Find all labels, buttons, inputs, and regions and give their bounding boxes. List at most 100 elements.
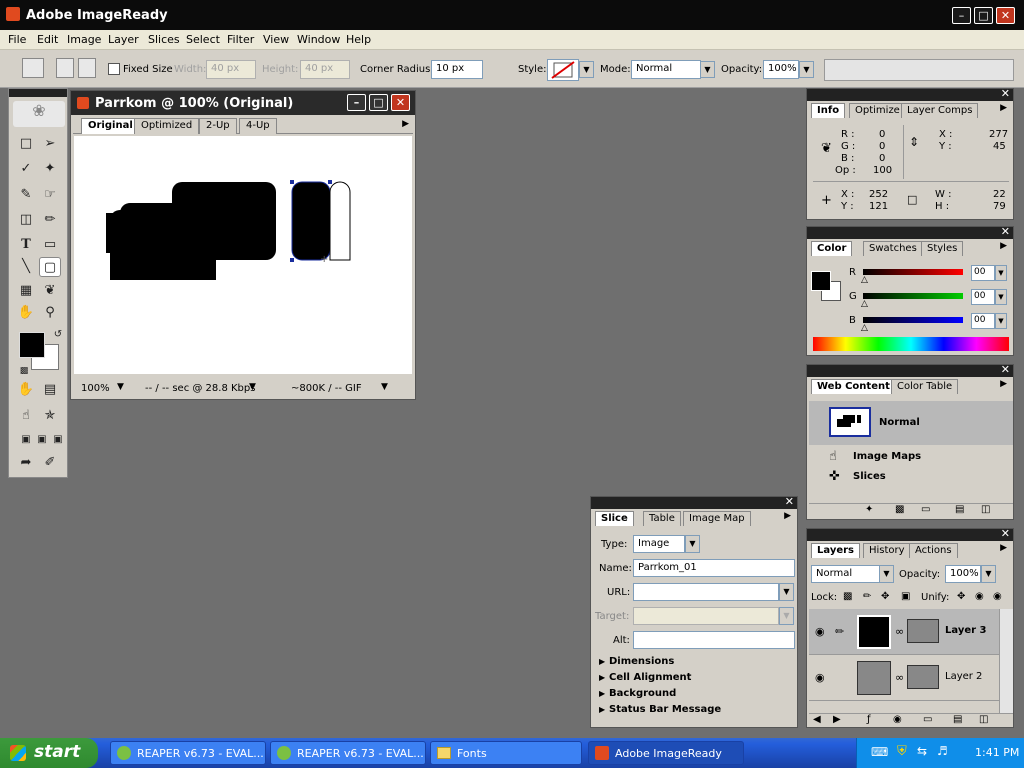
slice-name-field[interactable]: Parrkom_01: [633, 559, 795, 577]
move-tool-icon[interactable]: ➢: [39, 134, 61, 154]
edit-in-photoshop-icon[interactable]: ✐: [39, 453, 61, 473]
zoom-tool-icon[interactable]: ⚲: [39, 303, 61, 323]
opacity-field[interactable]: 100%: [763, 60, 799, 79]
trash-icon[interactable]: ◫: [981, 504, 990, 515]
tab-2-up[interactable]: 2-Up: [199, 118, 237, 134]
tab-scroll-arrow-icon[interactable]: ▶: [402, 119, 409, 129]
style-dropdown-arrow[interactable]: ▼: [579, 61, 594, 78]
palette-well[interactable]: [824, 59, 1014, 81]
rectangle-tool-icon[interactable]: ▭: [39, 235, 61, 255]
menu-image[interactable]: Image: [67, 33, 101, 46]
layer2-name[interactable]: Layer 2: [945, 671, 982, 682]
tab-styles[interactable]: Styles: [921, 241, 964, 256]
slice-visibility-icon[interactable]: ▤: [39, 380, 61, 400]
security-shield-icon[interactable]: ⛨: [897, 744, 907, 759]
rollover-preview-icon[interactable]: ☝: [15, 406, 37, 426]
document-canvas[interactable]: +: [74, 136, 412, 374]
create-rollover-icon[interactable]: ✦: [865, 504, 873, 515]
tab-history[interactable]: History: [863, 543, 911, 558]
rounded-rectangle-tool-icon[interactable]: ▢: [39, 257, 61, 277]
status-bar-message-section[interactable]: Status Bar Message: [609, 704, 721, 715]
slice-panel-menu-icon[interactable]: ▶: [784, 511, 791, 521]
minimize-button[interactable]: –: [952, 7, 971, 24]
preview-in-browser-icon[interactable]: ✯: [39, 406, 61, 426]
taskbar-item-imageready[interactable]: Adobe ImageReady: [588, 741, 744, 765]
download-dropdown-icon[interactable]: ▼: [249, 382, 256, 392]
menu-window[interactable]: Window: [297, 33, 340, 46]
document-maximize-button[interactable]: □: [369, 94, 388, 111]
lock-image-icon[interactable]: ✏: [863, 591, 871, 602]
zoom-dropdown-icon[interactable]: ▼: [117, 382, 124, 392]
tab-info[interactable]: Info: [811, 103, 846, 118]
layer-mask-icon[interactable]: ◉: [893, 714, 902, 725]
magic-wand-tool-icon[interactable]: ✦: [39, 159, 61, 179]
tab-layer-comps[interactable]: Layer Comps: [901, 103, 979, 118]
lock-all-icon[interactable]: ▣: [901, 591, 910, 602]
style-swatch[interactable]: [547, 59, 579, 81]
info-panel-close-icon[interactable]: ✕: [1001, 87, 1010, 100]
new-layer-icon[interactable]: ▤: [953, 714, 962, 725]
corner-radius-field[interactable]: 10 px: [431, 60, 483, 79]
volume-icon[interactable]: ♬: [937, 744, 948, 758]
type-tool-icon[interactable]: T: [15, 235, 37, 255]
blue-dropdown-arrow[interactable]: ▼: [995, 313, 1007, 329]
background-expand-icon[interactable]: ▶: [599, 689, 605, 698]
shape-mode-button[interactable]: [56, 58, 74, 78]
maximize-button[interactable]: □: [974, 7, 993, 24]
layer-row-layer2[interactable]: ◉ ∞ Layer 2: [809, 655, 999, 701]
layer3-name[interactable]: Layer 3: [945, 625, 986, 636]
red-dropdown-arrow[interactable]: ▼: [995, 265, 1007, 281]
zoom-level[interactable]: 100%: [81, 383, 110, 394]
lasso-tool-icon[interactable]: ✓: [15, 159, 37, 179]
normal-state-row[interactable]: Normal: [809, 401, 1013, 445]
width-field[interactable]: 40 px: [206, 60, 256, 79]
blue-slider-thumb-icon[interactable]: △: [861, 323, 868, 333]
fixed-size-checkbox[interactable]: [108, 63, 120, 75]
status-bar-message-expand-icon[interactable]: ▶: [599, 705, 605, 714]
slice-type-select[interactable]: Image: [633, 535, 685, 553]
dimensions-section[interactable]: Dimensions: [609, 656, 674, 667]
menu-edit[interactable]: Edit: [37, 33, 58, 46]
image-maps-label[interactable]: Image Maps: [853, 451, 921, 462]
tab-4-up[interactable]: 4-Up: [239, 118, 277, 134]
crop-tool-icon[interactable]: ▦: [15, 281, 37, 301]
tab-image-map[interactable]: Image Map: [683, 511, 751, 526]
menu-file[interactable]: File: [8, 33, 26, 46]
slices-label[interactable]: Slices: [853, 471, 886, 482]
eraser-tool-icon[interactable]: ◫: [15, 210, 37, 230]
eyedropper-tool-icon[interactable]: ❦: [39, 281, 61, 301]
line-tool-icon[interactable]: ╲: [15, 257, 37, 277]
blend-mode-dropdown-arrow[interactable]: ▼: [879, 565, 894, 583]
color-foreground-swatch[interactable]: [811, 271, 831, 291]
menu-help[interactable]: Help: [346, 33, 371, 46]
color-panel-menu-icon[interactable]: ▶: [1000, 241, 1007, 251]
taskbar-item-fonts[interactable]: Fonts: [430, 741, 582, 765]
new-layer-set-icon[interactable]: ▭: [923, 714, 932, 725]
slice-type-dropdown-arrow[interactable]: ▼: [685, 535, 700, 553]
green-slider-track[interactable]: [863, 293, 963, 299]
layers-back-icon[interactable]: ◀: [813, 714, 821, 725]
feather-logo-icon[interactable]: ❀: [13, 101, 65, 127]
slice-select-tool-icon[interactable]: ☞: [39, 185, 61, 205]
color-spectrum-ramp[interactable]: [813, 337, 1009, 351]
unify-position-icon[interactable]: ✥: [957, 591, 965, 602]
background-section[interactable]: Background: [609, 688, 676, 699]
red-value-field[interactable]: 00: [971, 265, 995, 281]
tab-optimize[interactable]: Optimize: [849, 103, 906, 118]
brush-tool-icon[interactable]: ✏: [39, 210, 61, 230]
cell-alignment-section[interactable]: Cell Alignment: [609, 672, 691, 683]
tab-actions[interactable]: Actions: [909, 543, 958, 558]
dimensions-expand-icon[interactable]: ▶: [599, 657, 605, 666]
slice-url-dropdown-arrow[interactable]: ▼: [779, 583, 794, 601]
lock-position-icon[interactable]: ✥: [881, 591, 889, 602]
green-dropdown-arrow[interactable]: ▼: [995, 289, 1007, 305]
blue-value-field[interactable]: 00: [971, 313, 995, 329]
swap-colors-icon[interactable]: ↺: [47, 325, 69, 345]
green-slider-thumb-icon[interactable]: △: [861, 299, 868, 309]
tab-optimized[interactable]: Optimized: [134, 118, 200, 134]
slice-panel-close-icon[interactable]: ✕: [785, 495, 794, 508]
color-panel-close-icon[interactable]: ✕: [1001, 225, 1010, 238]
menu-view[interactable]: View: [263, 33, 289, 46]
fill-mode-button[interactable]: [78, 58, 96, 78]
tab-table[interactable]: Table: [643, 511, 681, 526]
